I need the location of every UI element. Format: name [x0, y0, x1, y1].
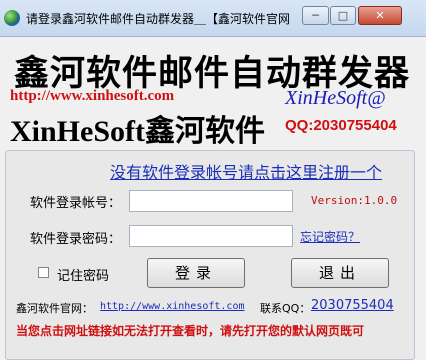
password-label: 软件登录密码： — [30, 232, 122, 247]
title-bar: 请登录鑫河软件邮件自动群发器＿【鑫河软件官网 ─ □ ✕ — [0, 0, 426, 37]
login-button[interactable]: 登录 — [147, 258, 245, 288]
app-globe-icon — [4, 10, 20, 26]
window-title: 请登录鑫河软件邮件自动群发器＿【鑫河软件官网 — [26, 12, 291, 26]
banner-url: http://www.xinhesoft.com — [10, 88, 175, 104]
register-link[interactable]: 没有软件登录帐号请点击这里注册一个 — [110, 159, 382, 183]
forgot-password-link[interactable]: 忘记密码？ — [300, 228, 360, 245]
banner-qq: QQ:2030755404 — [285, 117, 397, 134]
banner-company: XinHeSoft鑫河软件 — [10, 115, 265, 148]
account-input[interactable] — [129, 190, 293, 212]
banner-brand-italic: XinHeSoft@ — [285, 87, 386, 109]
password-input[interactable] — [129, 225, 293, 247]
account-label: 软件登录帐号： — [30, 196, 122, 211]
remember-password-label[interactable]: 记住密码 — [57, 265, 109, 284]
contact-qq-label: 联系QQ： — [260, 302, 311, 315]
official-site-label: 鑫河软件官网： — [16, 302, 93, 315]
maximize-button[interactable]: □ — [330, 6, 356, 25]
brand-banner: 鑫河软件邮件自动群发器 http://www.xinhesoft.com Xin… — [0, 37, 426, 148]
official-site-link[interactable]: http://www.xinhesoft.com — [100, 301, 245, 312]
exit-button[interactable]: 退出 — [291, 258, 389, 288]
contact-qq-link[interactable]: 2030755404 — [311, 298, 394, 313]
browser-notice: 当您点击网址链接如无法打开查看时，请先打开您的默认网页既可 — [16, 324, 365, 338]
version-text: Version:1.0.0 — [311, 194, 398, 207]
close-button[interactable]: ✕ — [358, 6, 402, 25]
remember-password-checkbox[interactable] — [38, 267, 49, 278]
minimize-button[interactable]: ─ — [302, 6, 329, 25]
